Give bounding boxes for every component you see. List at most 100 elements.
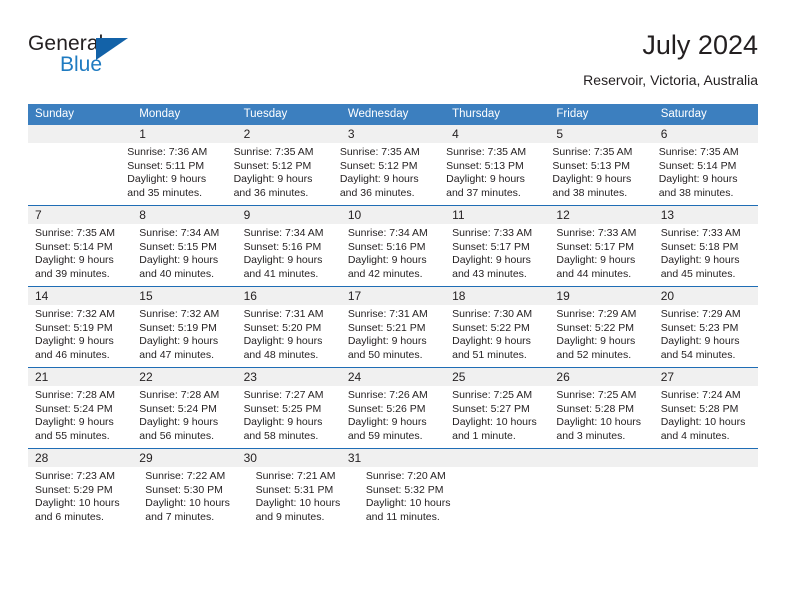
day-detail-line: Daylight: 9 hours [339, 173, 419, 186]
day-number-15[interactable]: 15 [132, 287, 236, 305]
day-detail-line: Daylight: 9 hours [452, 254, 531, 267]
day-detail-line: and 51 minutes. [452, 348, 527, 361]
day-number-25[interactable]: 25 [445, 368, 549, 386]
day-number-16[interactable]: 16 [237, 287, 341, 305]
day-detail-line: Sunset: 5:13 PM [446, 159, 524, 172]
day-detail-line: Sunrise: 7:29 AM [556, 308, 637, 320]
day-cell-8[interactable]: Sunrise: 7:34 AM Sunset: 5:15 PM Daylight:… [132, 224, 236, 286]
day-detail-line: Sunset: 5:20 PM [243, 321, 322, 334]
day-detail-line: Sunset: 5:19 PM [139, 321, 217, 334]
day-detail-line: Daylight: 10 hours [660, 416, 746, 429]
day-detail-line: and 55 minutes. [35, 429, 110, 442]
day-cell-20[interactable]: Sunrise: 7:29 AM Sunset: 5:23 PM Daylight:… [654, 305, 758, 367]
day-detail-line: Sunset: 5:24 PM [35, 402, 113, 415]
day-cell-19[interactable]: Sunrise: 7:29 AM Sunset: 5:22 PM Daylight:… [549, 305, 653, 367]
day-number-22[interactable]: 22 [132, 368, 236, 386]
day-cell-17[interactable]: Sunrise: 7:31 AM Sunset: 5:21 PM Daylight:… [341, 305, 445, 367]
day-number-4[interactable]: 4 [445, 125, 549, 143]
day-number-12[interactable]: 12 [549, 206, 653, 224]
day-detail-line: Sunrise: 7:28 AM [35, 389, 115, 401]
day-number-21[interactable]: 21 [28, 368, 132, 386]
day-detail-line: and 42 minutes. [347, 267, 423, 280]
day-cell-25[interactable]: Sunrise: 7:25 AM Sunset: 5:27 PM Daylight:… [445, 386, 549, 448]
day-number-6[interactable]: 6 [654, 125, 758, 143]
day-detail-line: Sunrise: 7:25 AM [556, 389, 637, 401]
day-cell-3[interactable]: Sunrise: 7:35 AM Sunset: 5:12 PM Daylight:… [333, 143, 439, 205]
day-cell-28[interactable]: Sunrise: 7:23 AM Sunset: 5:29 PM Daylight:… [28, 467, 138, 529]
day-cell-6[interactable]: Sunrise: 7:35 AM Sunset: 5:14 PM Daylight:… [652, 143, 758, 205]
day-detail-line: Sunset: 5:14 PM [658, 159, 737, 172]
day-cell-27[interactable]: Sunrise: 7:24 AM Sunset: 5:28 PM Daylight:… [654, 386, 758, 448]
day-number-18[interactable]: 18 [445, 287, 549, 305]
brand-logo[interactable]: General Blue [28, 32, 168, 86]
day-number-17[interactable]: 17 [341, 287, 445, 305]
day-detail-line: Daylight: 9 hours [556, 254, 636, 267]
day-cell-5[interactable]: Sunrise: 7:35 AM Sunset: 5:13 PM Daylight:… [545, 143, 651, 205]
day-number-11[interactable]: 11 [445, 206, 549, 224]
calendar-grid: Sunday Monday Tuesday Wednesday Thursday Frid… [28, 104, 758, 529]
day-cell-13[interactable]: Sunrise: 7:33 AM Sunset: 5:18 PM Daylight:… [654, 224, 758, 286]
day-cell-2[interactable]: Sunrise: 7:35 AM Sunset: 5:12 PM Daylight:… [227, 143, 333, 205]
day-cell-10[interactable]: Sunrise: 7:34 AM Sunset: 5:16 PM Daylight:… [341, 224, 445, 286]
day-cell-16[interactable]: Sunrise: 7:31 AM Sunset: 5:20 PM Daylight:… [237, 305, 341, 367]
day-number-3[interactable]: 3 [341, 125, 445, 143]
day-detail-line: Sunset: 5:17 PM [452, 240, 530, 253]
day-detail-line: Sunset: 5:21 PM [347, 321, 426, 334]
day-cell-29[interactable]: Sunrise: 7:22 AM Sunset: 5:30 PM Daylight:… [138, 467, 248, 529]
day-cell-30[interactable]: Sunrise: 7:21 AM Sunset: 5:31 PM Daylight:… [249, 467, 359, 529]
day-number-2[interactable]: 2 [237, 125, 341, 143]
day-cell-7[interactable]: Sunrise: 7:35 AM Sunset: 5:14 PM Daylight:… [28, 224, 132, 286]
day-detail-row: Sunrise: 7:35 AM Sunset: 5:14 PM Daylight:… [28, 224, 758, 286]
day-number-20[interactable]: 20 [654, 287, 758, 305]
day-cell-26[interactable]: Sunrise: 7:25 AM Sunset: 5:28 PM Daylight:… [549, 386, 653, 448]
day-detail-line: Sunset: 5:27 PM [452, 402, 530, 415]
day-number-band: 14 15 16 17 18 19 20 [28, 287, 758, 305]
day-cell-9[interactable]: Sunrise: 7:34 AM Sunset: 5:16 PM Daylight:… [237, 224, 341, 286]
day-number-band: 28 29 30 31 [28, 449, 758, 467]
day-cell-21[interactable]: Sunrise: 7:28 AM Sunset: 5:24 PM Daylight:… [28, 386, 132, 448]
day-detail-line: Sunset: 5:16 PM [347, 240, 426, 253]
day-cell-31[interactable]: Sunrise: 7:20 AM Sunset: 5:32 PM Daylight:… [359, 467, 469, 529]
day-cell-empty [28, 143, 120, 205]
day-number-31[interactable]: 31 [341, 449, 445, 467]
day-detail-line: and 36 minutes. [233, 186, 309, 199]
day-cell-12[interactable]: Sunrise: 7:33 AM Sunset: 5:17 PM Daylight:… [549, 224, 653, 286]
day-cell-22[interactable]: Sunrise: 7:28 AM Sunset: 5:24 PM Daylight:… [132, 386, 236, 448]
day-number-30[interactable]: 30 [237, 449, 341, 467]
day-number-8[interactable]: 8 [132, 206, 236, 224]
day-detail-line: Sunset: 5:19 PM [35, 321, 113, 334]
day-detail-line: and 4 minutes. [660, 429, 730, 442]
day-detail-line: Sunset: 5:24 PM [139, 402, 217, 415]
day-cell-4[interactable]: Sunrise: 7:35 AM Sunset: 5:13 PM Daylight:… [439, 143, 545, 205]
day-number-9[interactable]: 9 [237, 206, 341, 224]
day-number-28[interactable]: 28 [28, 449, 132, 467]
day-cell-15[interactable]: Sunrise: 7:32 AM Sunset: 5:19 PM Daylight:… [132, 305, 236, 367]
day-number-10[interactable]: 10 [341, 206, 445, 224]
day-number-1[interactable]: 1 [132, 125, 236, 143]
day-number-14[interactable]: 14 [28, 287, 132, 305]
day-number-24[interactable]: 24 [341, 368, 445, 386]
day-number-7[interactable]: 7 [28, 206, 132, 224]
day-number-5[interactable]: 5 [549, 125, 653, 143]
brand-name-blue: Blue [60, 53, 103, 76]
day-number-26[interactable]: 26 [549, 368, 653, 386]
day-cell-24[interactable]: Sunrise: 7:26 AM Sunset: 5:26 PM Daylight:… [341, 386, 445, 448]
day-detail-line: Sunset: 5:22 PM [556, 321, 635, 334]
day-number-29[interactable]: 29 [132, 449, 236, 467]
day-detail-line: Sunrise: 7:22 AM [145, 470, 226, 482]
day-number-13[interactable]: 13 [654, 206, 758, 224]
day-cell-18[interactable]: Sunrise: 7:30 AM Sunset: 5:22 PM Daylight:… [445, 305, 549, 367]
day-cell-14[interactable]: Sunrise: 7:32 AM Sunset: 5:19 PM Daylight:… [28, 305, 132, 367]
day-detail-line: and 43 minutes. [452, 267, 527, 280]
day-number-23[interactable]: 23 [237, 368, 341, 386]
day-number-27[interactable]: 27 [654, 368, 758, 386]
day-cell-23[interactable]: Sunrise: 7:27 AM Sunset: 5:25 PM Daylight:… [237, 386, 341, 448]
calendar-week-row: 14 15 16 17 18 19 20 Sunrise: 7:32 AM Sunset: 5:… [28, 286, 758, 367]
day-number-19[interactable]: 19 [549, 287, 653, 305]
day-detail-line: Daylight: 9 hours [452, 335, 531, 348]
day-detail-line: Sunset: 5:11 PM [127, 159, 205, 172]
day-cell-1[interactable]: Sunrise: 7:36 AM Sunset: 5:11 PM Daylight:… [120, 143, 226, 205]
day-cell-11[interactable]: Sunrise: 7:33 AM Sunset: 5:17 PM Daylight:… [445, 224, 549, 286]
day-detail-line: Sunrise: 7:32 AM [35, 308, 115, 320]
day-detail-line: Daylight: 10 hours [145, 497, 230, 510]
